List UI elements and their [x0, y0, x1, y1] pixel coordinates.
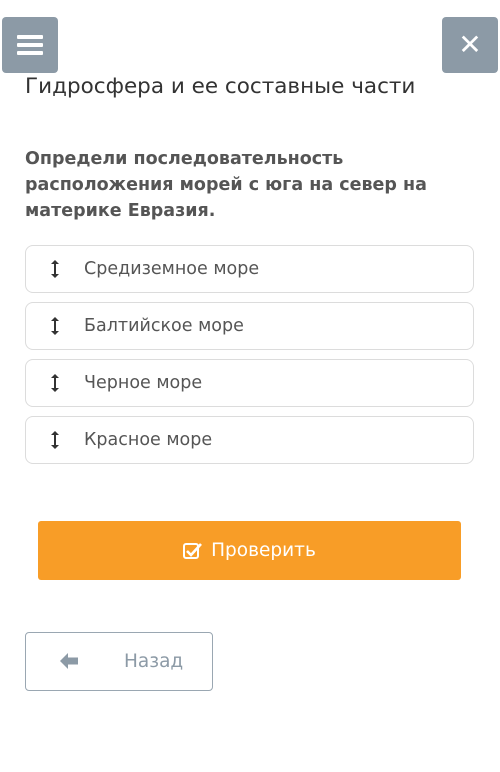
sortable-item[interactable]: Средиземное море	[25, 245, 474, 293]
question-text: Определи последовательность расположения…	[25, 149, 427, 221]
sortable-item-label: Средиземное море	[84, 259, 260, 279]
menu-button[interactable]	[2, 17, 58, 73]
sortable-item-label: Черное море	[84, 373, 203, 393]
page-title: Гидросфера и ее составные части	[25, 74, 416, 99]
sortable-item[interactable]: Красное море	[25, 416, 474, 464]
sortable-item[interactable]: Черное море	[25, 359, 474, 407]
vertical-arrows-icon[interactable]	[26, 316, 84, 336]
arrow-left-icon	[60, 653, 78, 669]
checkbox-checked-icon	[183, 542, 203, 559]
sortable-item-label: Красное море	[84, 430, 213, 450]
back-button-label: Назад	[124, 651, 184, 672]
close-button[interactable]: ✕	[442, 17, 498, 73]
back-button[interactable]: Назад	[25, 632, 213, 691]
vertical-arrows-icon[interactable]	[26, 430, 84, 450]
hamburger-icon	[17, 31, 43, 59]
check-button[interactable]: Проверить	[38, 521, 461, 580]
vertical-arrows-icon[interactable]	[26, 259, 84, 279]
close-icon: ✕	[458, 28, 482, 61]
sortable-item[interactable]: Балтийское море	[25, 302, 474, 350]
sortable-item-label: Балтийское море	[84, 316, 244, 336]
check-button-label: Проверить	[211, 540, 316, 561]
vertical-arrows-icon[interactable]	[26, 373, 84, 393]
